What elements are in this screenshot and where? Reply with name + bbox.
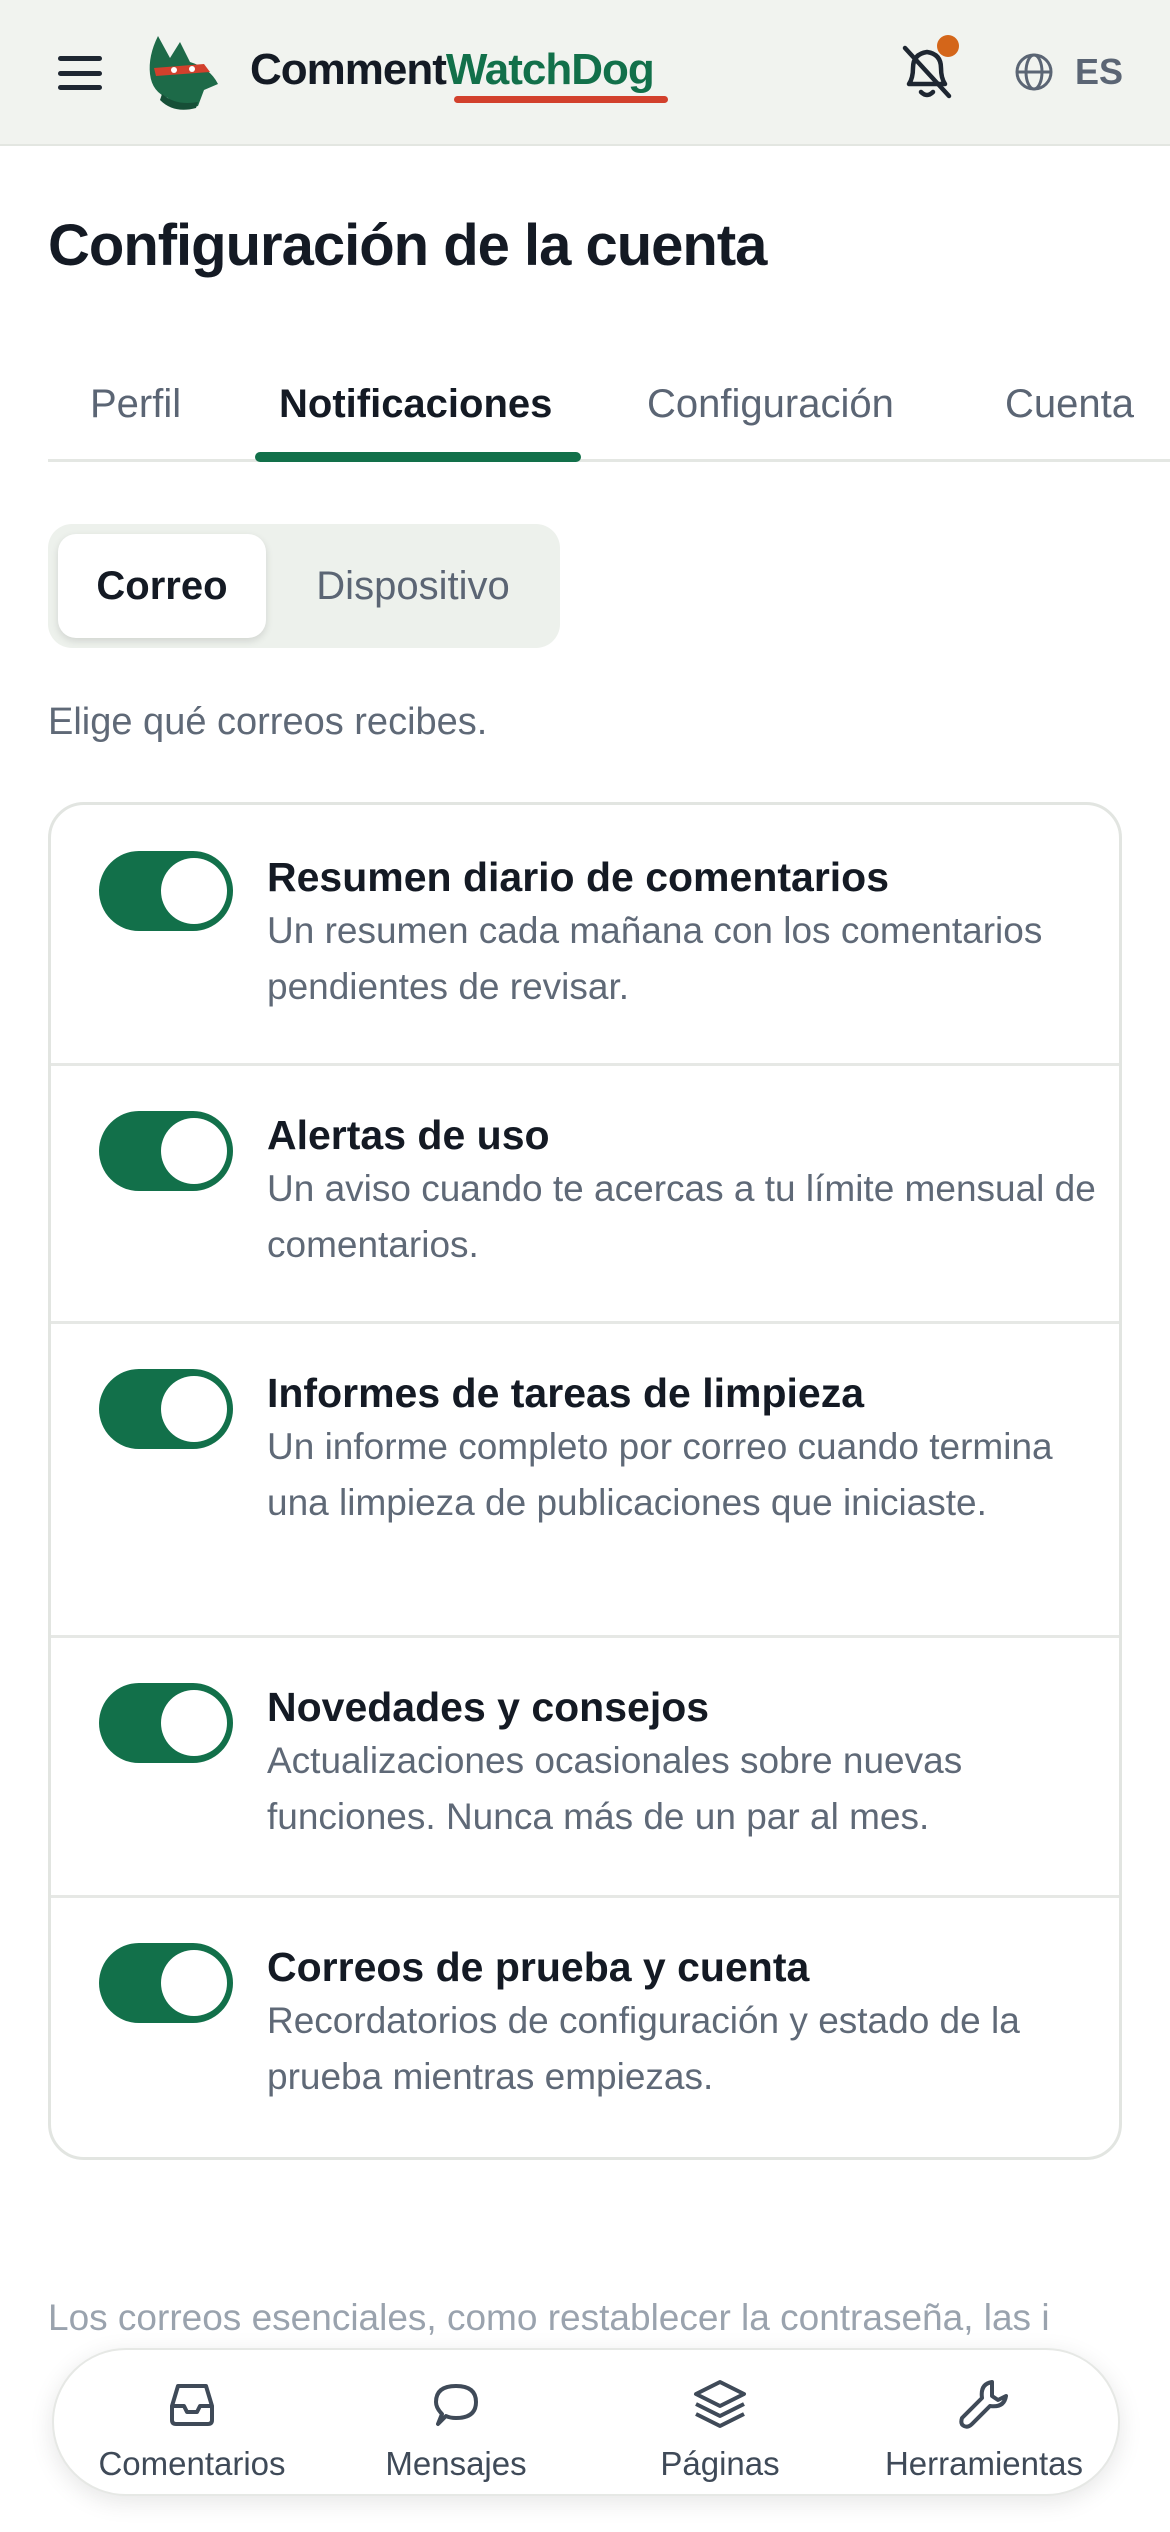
row-divider: [51, 1635, 1119, 1638]
setting-row: Correos de prueba y cuenta Recordatorios…: [51, 1895, 1119, 2157]
nav-label: Herramientas: [884, 2445, 1084, 2482]
toggle-switch[interactable]: [99, 1111, 233, 1191]
segment-correo[interactable]: Correo: [58, 534, 266, 638]
setting-row: Novedades y consejos Actualizaciones oca…: [51, 1635, 1119, 1895]
setting-title: Informes de tareas de limpieza: [267, 1370, 865, 1416]
notification-dot: [937, 35, 959, 57]
setting-row: Resumen diario de comentarios Un resumen…: [51, 805, 1119, 1063]
chat-bubble-icon: [434, 2384, 478, 2426]
nav-label: Mensajes: [385, 2445, 527, 2482]
nav-label: Páginas: [660, 2445, 780, 2482]
toggle-knob: [161, 1690, 227, 1756]
toggle-switch[interactable]: [99, 1683, 233, 1763]
setting-title: Resumen diario de comentarios: [267, 854, 890, 900]
tab-configuracion[interactable]: Configuración: [647, 376, 894, 432]
tab-notificaciones[interactable]: Notificaciones: [279, 376, 552, 432]
tab-cuenta[interactable]: Cuenta: [1005, 376, 1134, 432]
brand-name[interactable]: CommentWatchDog: [250, 40, 655, 100]
setting-row: Informes de tareas de limpieza Un inform…: [51, 1321, 1119, 1635]
setting-description: Un resumen cada mañana con los comentari…: [267, 910, 1043, 1007]
intro-text: Elige qué correos recibes.: [48, 701, 488, 743]
dog-logo-icon[interactable]: [140, 28, 230, 114]
globe-icon[interactable]: [1014, 52, 1054, 92]
settings-tabs: Perfil Notificaciones Configuración Cuen…: [48, 366, 1170, 462]
setting-title: Correos de prueba y cuenta: [267, 1944, 810, 1990]
row-divider: [51, 1321, 1119, 1324]
essential-emails-note: Los correos esenciales, como restablecer…: [48, 2297, 1050, 2338]
tab-perfil[interactable]: Perfil: [90, 376, 181, 432]
setting-description: Un informe completo por correo cuando te…: [267, 1426, 1053, 1523]
wrench-icon: [959, 2380, 1008, 2429]
brand-part-1: Comment: [250, 45, 447, 94]
setting-description: Un aviso cuando te acercas a tu límite m…: [267, 1168, 1096, 1265]
brand-part-2: WatchDog: [445, 45, 655, 94]
channel-segmented-control: Correo Dispositivo: [48, 524, 560, 648]
setting-title: Novedades y consejos: [267, 1684, 710, 1730]
setting-description: Recordatorios de configuración y estado …: [267, 2000, 1020, 2097]
toggle-knob: [161, 1118, 227, 1184]
page-title: Configuración de la cuenta: [48, 213, 767, 278]
toggle-switch[interactable]: [99, 1943, 233, 2023]
top-bar: CommentWatchDog ES: [0, 0, 1170, 146]
setting-row: Alertas de uso Un aviso cuando te acerca…: [51, 1063, 1119, 1321]
layers-icon: [694, 2380, 746, 2428]
nav-mensajes[interactable]: Mensajes: [336, 2350, 576, 2498]
row-divider: [51, 1063, 1119, 1066]
inbox-icon: [170, 2384, 214, 2426]
setting-title: Alertas de uso: [267, 1112, 550, 1158]
nav-label: Comentarios: [98, 2445, 286, 2482]
toggle-switch[interactable]: [99, 851, 233, 931]
nav-herramientas[interactable]: Herramientas: [864, 2350, 1104, 2498]
toggle-knob: [161, 858, 227, 924]
brand-underline: [454, 96, 668, 103]
segment-dispositivo[interactable]: Dispositivo: [278, 534, 548, 638]
row-divider: [51, 1895, 1119, 1898]
email-settings-card: Resumen diario de comentarios Un resumen…: [48, 802, 1122, 2160]
toggle-knob: [161, 1376, 227, 1442]
language-selector[interactable]: ES: [1075, 48, 1123, 96]
toggle-knob: [161, 1950, 227, 2016]
setting-description: Actualizaciones ocasionales sobre nuevas…: [267, 1740, 963, 1837]
nav-paginas[interactable]: Páginas: [600, 2350, 840, 2498]
bottom-navigation: Comentarios Mensajes Páginas Herramienta…: [52, 2348, 1120, 2496]
nav-comentarios[interactable]: Comentarios: [72, 2350, 312, 2498]
menu-icon[interactable]: [52, 50, 108, 96]
active-tab-indicator: [255, 452, 581, 462]
toggle-switch[interactable]: [99, 1369, 233, 1449]
